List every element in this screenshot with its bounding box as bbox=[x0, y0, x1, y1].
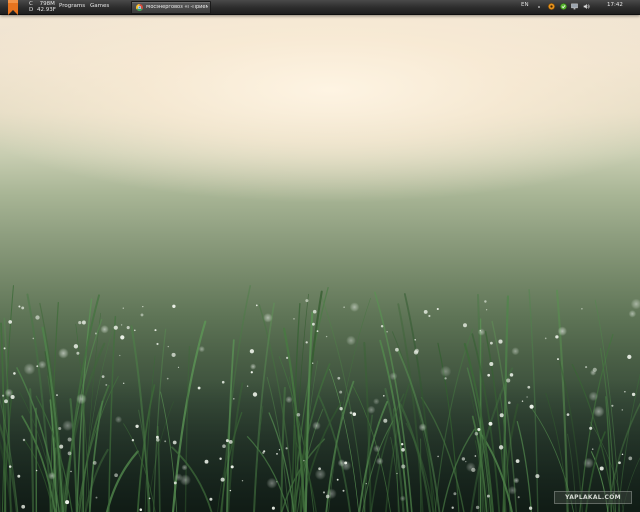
desktop-wallpaper bbox=[0, 0, 640, 512]
drive-d-letter: D bbox=[29, 7, 34, 13]
games-menu[interactable]: Games bbox=[90, 3, 109, 10]
grass-illustration bbox=[0, 285, 640, 512]
programs-menu[interactable]: Programs bbox=[59, 3, 85, 10]
site-watermark: YAPLAKAL.COM bbox=[554, 491, 632, 504]
green-circle-icon[interactable] bbox=[560, 3, 567, 10]
drive-space-widget: C 798M D 42.93F bbox=[29, 1, 56, 13]
bookmark-icon[interactable] bbox=[8, 0, 18, 15]
tray-separator bbox=[538, 6, 540, 8]
chrome-icon bbox=[136, 4, 143, 11]
drive-d-row: D 42.93F bbox=[29, 7, 56, 13]
drive-d-free: 42.93F bbox=[37, 7, 56, 13]
window-title: Мосэнерговоз «I -Прием... bbox=[146, 5, 208, 10]
orange-circle-icon[interactable] bbox=[548, 3, 555, 10]
volume-icon[interactable] bbox=[583, 3, 590, 10]
taskbar-window-button[interactable]: Мосэнерговоз «I -Прием... bbox=[131, 1, 211, 14]
taskbar: C 798M D 42.93F Programs Games Мосэнерго… bbox=[0, 0, 640, 15]
clock[interactable]: 17:42 bbox=[607, 2, 623, 9]
monitor-icon[interactable] bbox=[571, 3, 578, 10]
language-indicator[interactable]: EN bbox=[521, 2, 529, 9]
